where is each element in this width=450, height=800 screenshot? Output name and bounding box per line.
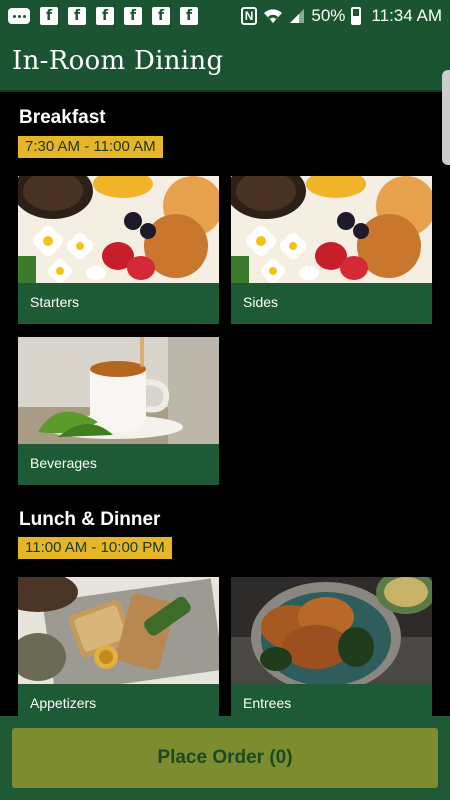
- status-bar: f f f f f f N 50% 11:34 AM: [0, 0, 450, 32]
- menu-card-starters[interactable]: Starters: [18, 176, 219, 324]
- menu-card-beverages[interactable]: Beverages: [18, 337, 219, 485]
- battery-percent: 50%: [311, 6, 346, 25]
- place-order-button[interactable]: Place Order (0): [12, 728, 438, 788]
- battery-icon: [351, 7, 362, 25]
- message-icon: [8, 8, 30, 24]
- facebook-icon: f: [180, 7, 198, 25]
- facebook-icon: f: [152, 7, 170, 25]
- section-title-lunch-dinner: Lunch & Dinner: [19, 509, 161, 530]
- bruschetta-photo: [18, 577, 219, 684]
- menu-card-label: Appetizers: [30, 695, 97, 711]
- notification-icons: f f f f f f: [8, 7, 198, 25]
- menu-card-sides[interactable]: Sides: [231, 176, 432, 324]
- clock: 11:34 AM: [371, 6, 442, 25]
- nfc-icon: N: [240, 7, 258, 25]
- footer-bar: Place Order (0): [0, 716, 450, 800]
- menu-card-label: Beverages: [30, 455, 97, 471]
- fried-chicken-photo: [231, 577, 432, 684]
- menu-card-label: Starters: [30, 294, 80, 310]
- facebook-icon: f: [40, 7, 58, 25]
- menu-content[interactable]: Breakfast 7:30 AM - 11:00 AM Starters Si…: [0, 92, 450, 716]
- breakfast-plate-photo: [18, 176, 219, 283]
- menu-card-label: Entrees: [243, 695, 292, 711]
- system-icons: N 50% 11:34 AM: [240, 6, 442, 26]
- wifi-icon: [264, 9, 283, 23]
- tea-cup-photo: [18, 337, 219, 444]
- breakfast-plate-photo: [231, 176, 432, 283]
- facebook-icon: f: [68, 7, 86, 25]
- app-header: In-Room Dining: [0, 32, 450, 92]
- menu-card-appetizers[interactable]: Appetizers: [18, 577, 219, 716]
- breakfast-hours-badge: 7:30 AM - 11:00 AM: [18, 136, 163, 158]
- signal-icon: [290, 9, 305, 23]
- menu-card-entrees[interactable]: Entrees: [231, 577, 432, 716]
- facebook-icon: f: [96, 7, 114, 25]
- menu-card-label: Sides: [243, 294, 279, 310]
- lunch-dinner-hours-badge: 11:00 AM - 10:00 PM: [18, 537, 172, 559]
- facebook-icon: f: [124, 7, 142, 25]
- section-title-breakfast: Breakfast: [19, 107, 106, 128]
- page-title: In-Room Dining: [12, 46, 224, 76]
